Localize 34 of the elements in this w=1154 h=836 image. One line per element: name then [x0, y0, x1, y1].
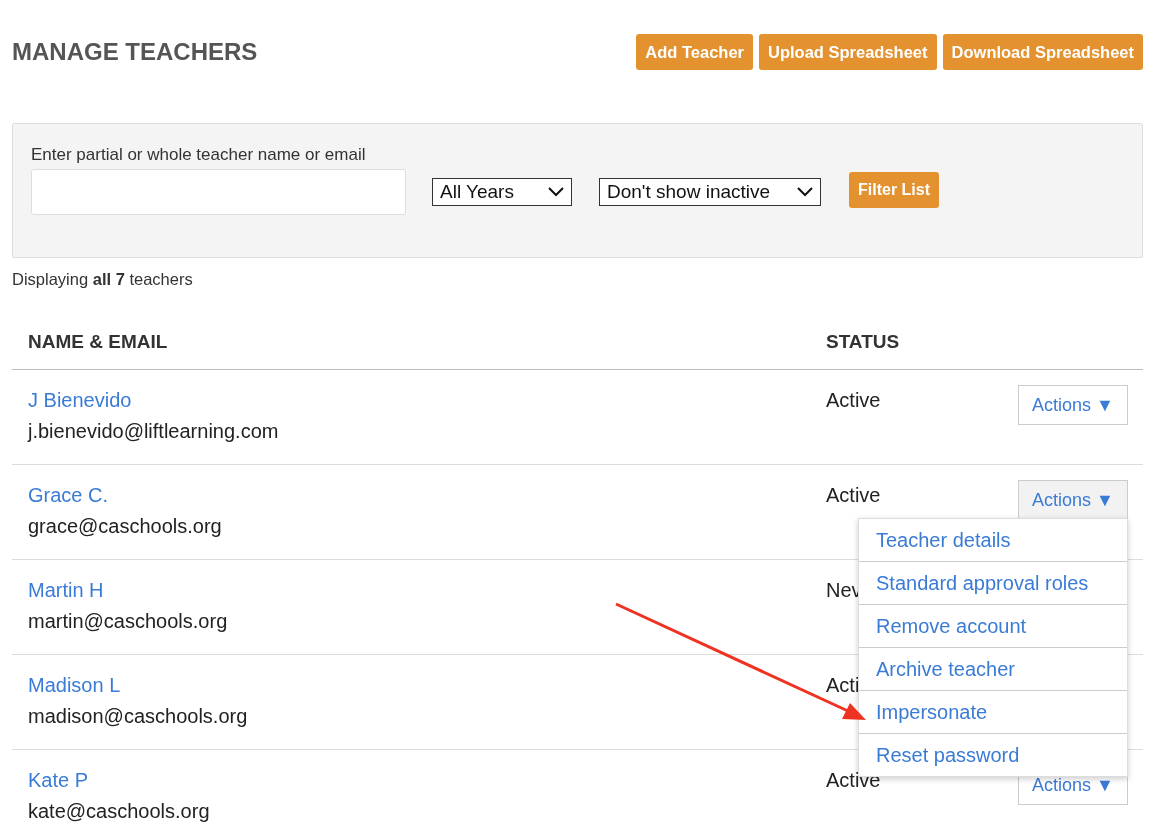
actions-button[interactable]: Actions ▼	[1018, 480, 1128, 520]
menu-item[interactable]: Standard approval roles	[859, 561, 1127, 604]
teacher-name-link[interactable]: Martin H	[28, 579, 104, 602]
year-select[interactable]: All Years	[432, 178, 572, 206]
teacher-name-link[interactable]: Kate P	[28, 769, 89, 792]
filter-button[interactable]: Filter List	[849, 172, 939, 208]
menu-item[interactable]: Remove account	[859, 604, 1127, 647]
status-text: Acti	[825, 673, 860, 697]
menu-item[interactable]: Reset password	[859, 733, 1127, 776]
search-field[interactable]	[31, 169, 406, 215]
teacher-email: madison@caschools.org	[28, 705, 248, 728]
teacher-email: martin@caschools.org	[28, 610, 228, 633]
chevron-down-icon	[796, 186, 814, 198]
menu-item[interactable]: Teacher details	[859, 519, 1127, 561]
status-text: Active	[825, 483, 881, 507]
status-select[interactable]: Don't show inactive	[599, 178, 821, 206]
column-header: STATUS	[825, 330, 901, 353]
field-label: Enter partial or whole teacher name or email	[31, 145, 367, 165]
result-summary: Displaying all 7 teachers	[12, 270, 194, 289]
column-header: NAME & EMAIL	[27, 330, 169, 353]
teacher-email: kate@caschools.org	[28, 800, 210, 823]
menu-item[interactable]: Archive teacher	[859, 647, 1127, 690]
action-button[interactable]: Add Teacher	[636, 34, 753, 70]
teacher-email: grace@caschools.org	[28, 515, 222, 538]
actions-button[interactable]: Actions ▼	[1018, 385, 1128, 425]
teacher-name-link[interactable]: Grace C.	[28, 484, 109, 507]
teacher-name-link[interactable]: Madison L	[28, 674, 121, 697]
action-button[interactable]: Download Spreadsheet	[942, 34, 1143, 70]
teacher-email: j.bienevido@liftlearning.com	[28, 420, 279, 443]
status-text: Active	[825, 388, 881, 412]
action-button[interactable]: Upload Spreadsheet	[759, 34, 937, 70]
chevron-down-icon	[547, 186, 565, 198]
page-title: MANAGE TEACHERS	[12, 38, 258, 66]
teacher-name-link[interactable]: J Bienevido	[28, 389, 132, 412]
